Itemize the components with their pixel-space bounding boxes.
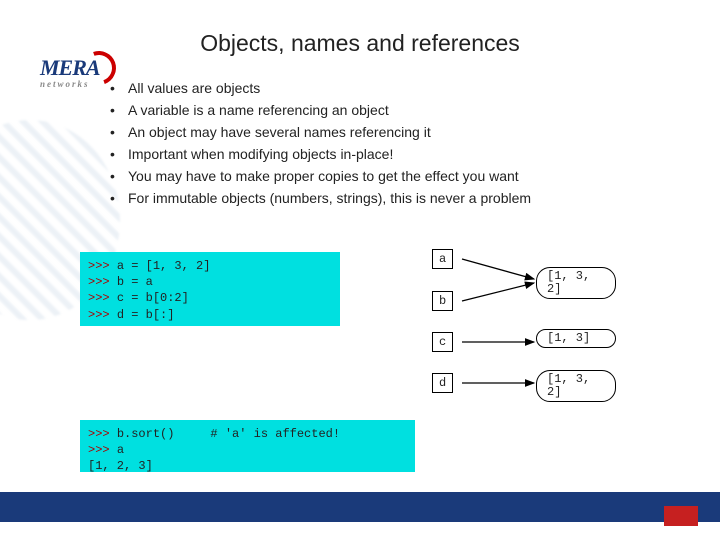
footer-accent <box>664 506 698 526</box>
obj-box-2: [1, 3] <box>536 329 616 348</box>
reference-diagram: a b c d [1, 3, 2] [1, 3] [1, 3, 2] <box>422 245 702 415</box>
var-box-a: a <box>432 249 453 269</box>
list-item: •All values are objects <box>110 78 670 99</box>
list-item: •An object may have several names refere… <box>110 122 670 143</box>
list-item: •A variable is a name referencing an obj… <box>110 100 670 121</box>
footer-bar <box>0 492 720 522</box>
var-box-c: c <box>432 332 453 352</box>
obj-box-3: [1, 3, 2] <box>536 370 616 402</box>
list-item: •Important when modifying objects in-pla… <box>110 144 670 165</box>
var-box-b: b <box>432 291 453 311</box>
obj-box-1: [1, 3, 2] <box>536 267 616 299</box>
list-item: •You may have to make proper copies to g… <box>110 166 670 187</box>
var-box-d: d <box>432 373 453 393</box>
bullet-list: •All values are objects •A variable is a… <box>110 78 670 210</box>
list-item: •For immutable objects (numbers, strings… <box>110 188 670 209</box>
code-block-1: >>> a = [1, 3, 2] >>> b = a >>> c = b[0:… <box>80 252 340 326</box>
slide-title: Objects, names and references <box>0 30 720 57</box>
code-block-2: >>> b.sort() # 'a' is affected! >>> a [1… <box>80 420 415 472</box>
brand-logo: MERA networks <box>40 55 100 89</box>
